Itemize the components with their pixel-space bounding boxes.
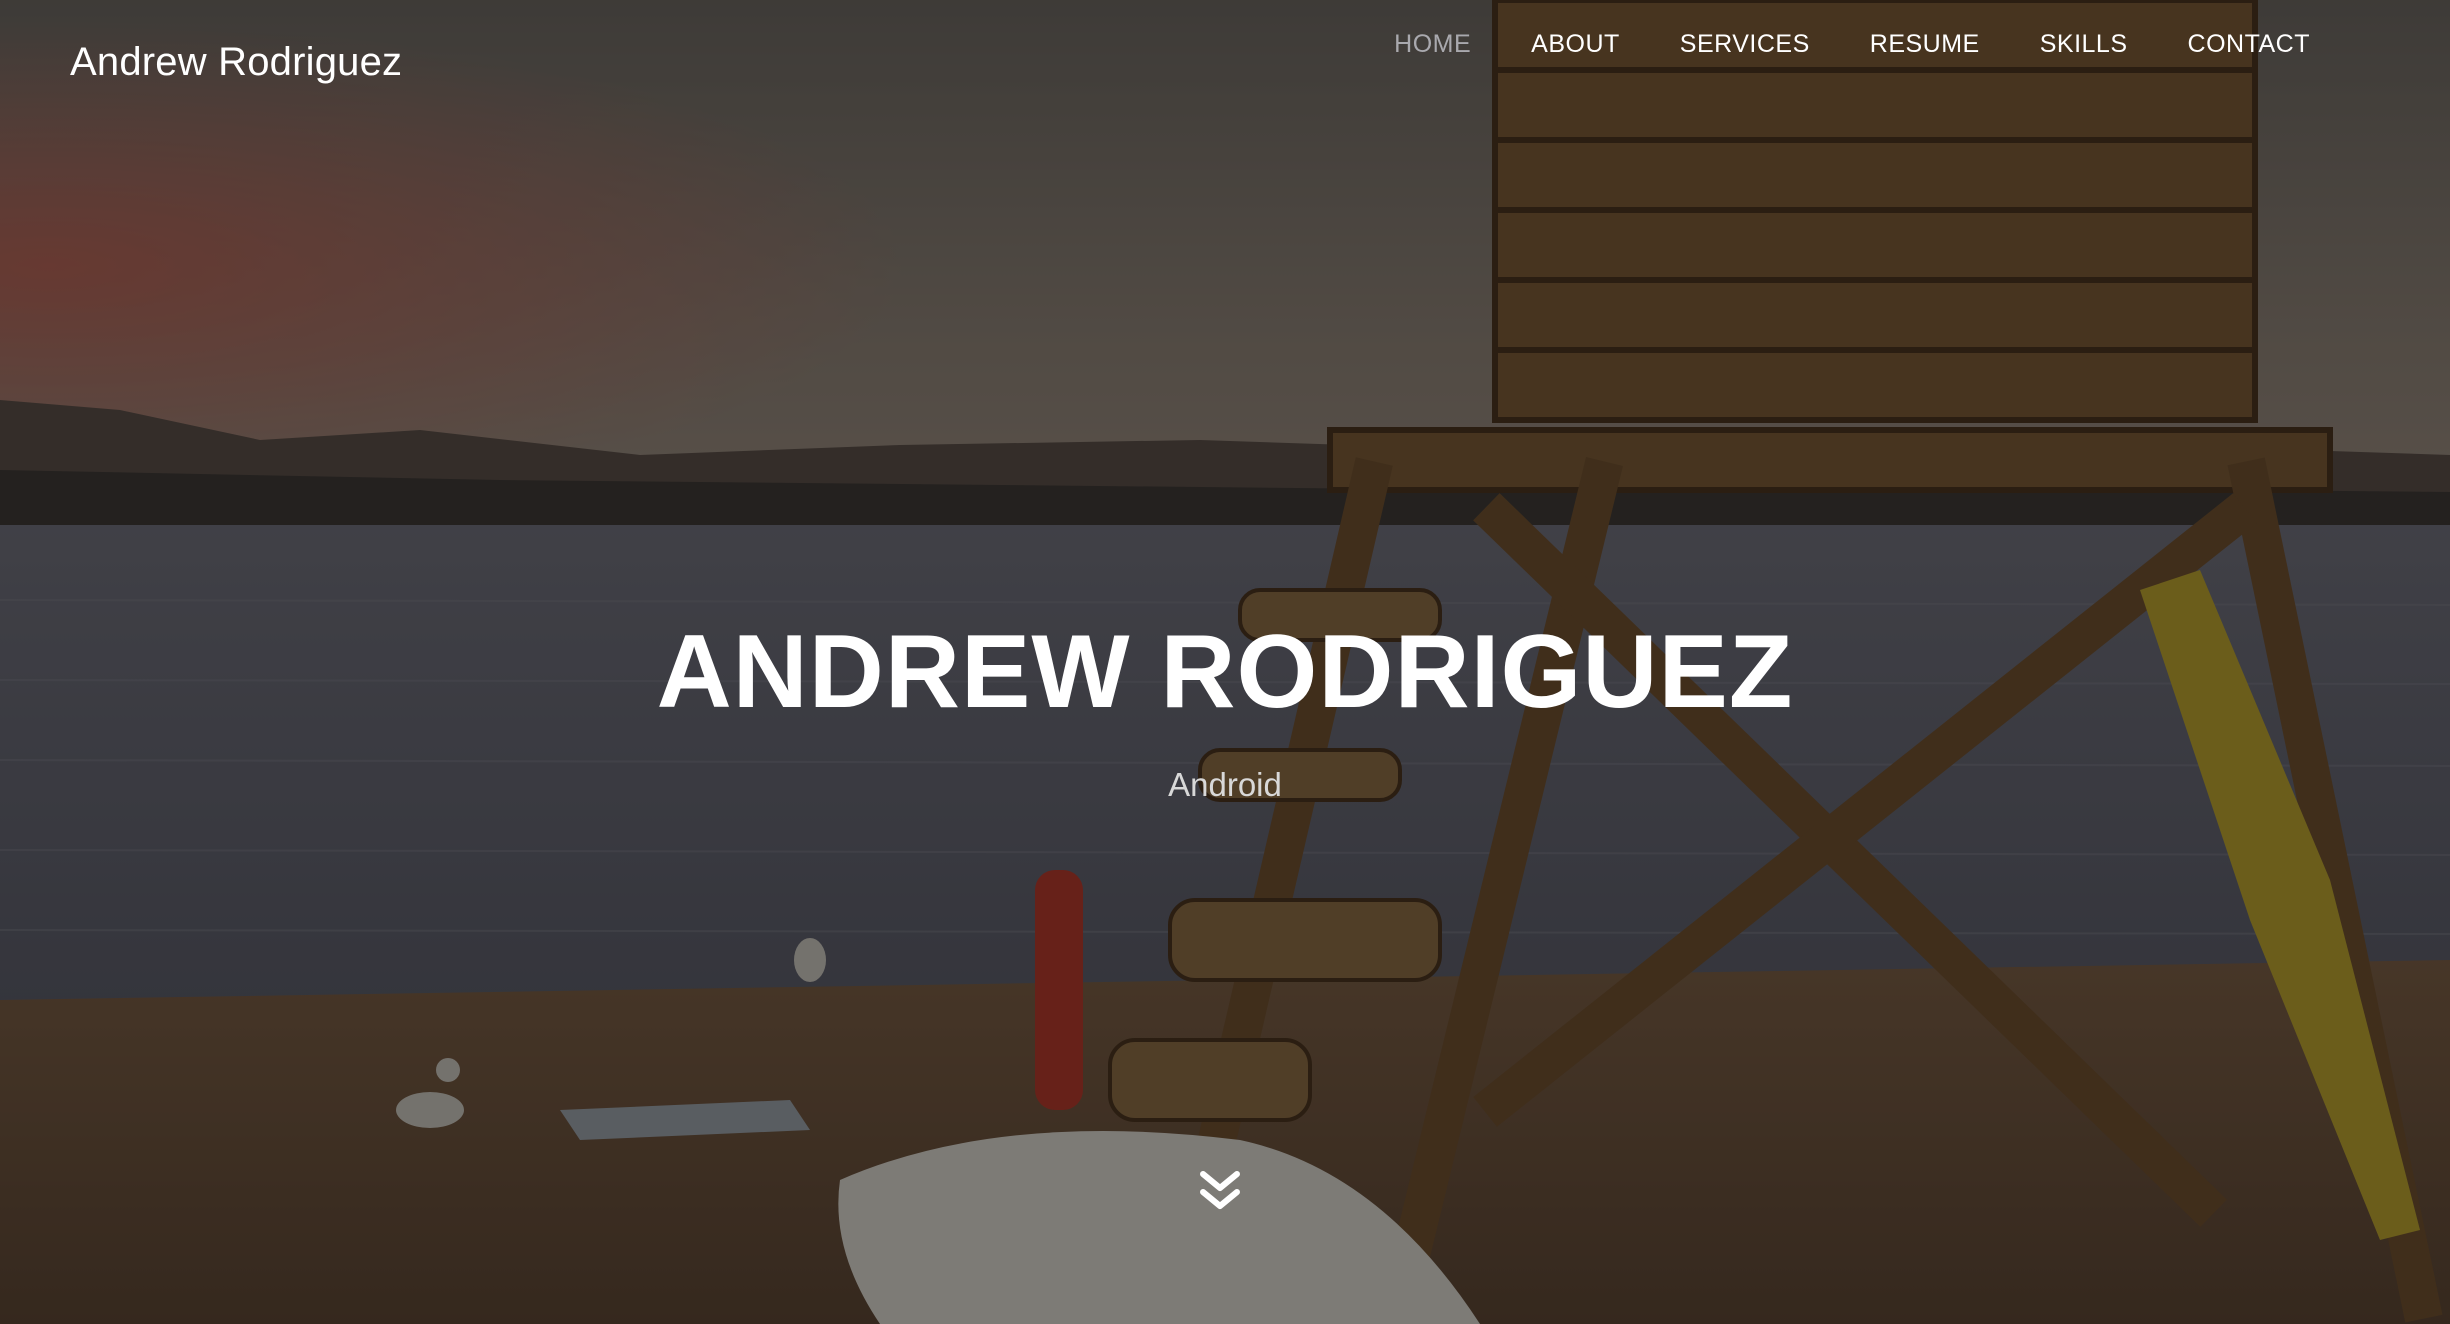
navbar: Andrew Rodriguez HOME ABOUT SERVICES RES… <box>0 0 2450 140</box>
nav-link-resume[interactable]: RESUME <box>1870 24 1980 65</box>
nav-link-about[interactable]: ABOUT <box>1531 24 1620 65</box>
nav-item-resume: RESUME <box>1870 24 1980 65</box>
nav-item-skills: SKILLS <box>2040 24 2128 65</box>
double-chevron-down-icon[interactable] <box>1197 1168 1243 1214</box>
hero-title: ANDREW RODRIGUEZ <box>656 614 1794 730</box>
brand-logo-link[interactable]: Andrew Rodriguez <box>70 40 402 85</box>
nav-menu: HOME ABOUT SERVICES RESUME SKILLS CONTAC… <box>1334 24 2310 65</box>
nav-item-services: SERVICES <box>1680 24 1810 65</box>
hero-section: Andrew Rodriguez HOME ABOUT SERVICES RES… <box>0 0 2450 1324</box>
nav-item-contact: CONTACT <box>2188 24 2310 65</box>
nav-link-services[interactable]: SERVICES <box>1680 24 1810 65</box>
hero-subtitle: Android <box>1168 766 1282 803</box>
nav-item-home: HOME <box>1394 24 1471 65</box>
nav-link-contact[interactable]: CONTACT <box>2188 24 2310 65</box>
nav-link-skills[interactable]: SKILLS <box>2040 24 2128 65</box>
nav-item-about: ABOUT <box>1531 24 1620 65</box>
nav-link-home[interactable]: HOME <box>1394 24 1471 65</box>
